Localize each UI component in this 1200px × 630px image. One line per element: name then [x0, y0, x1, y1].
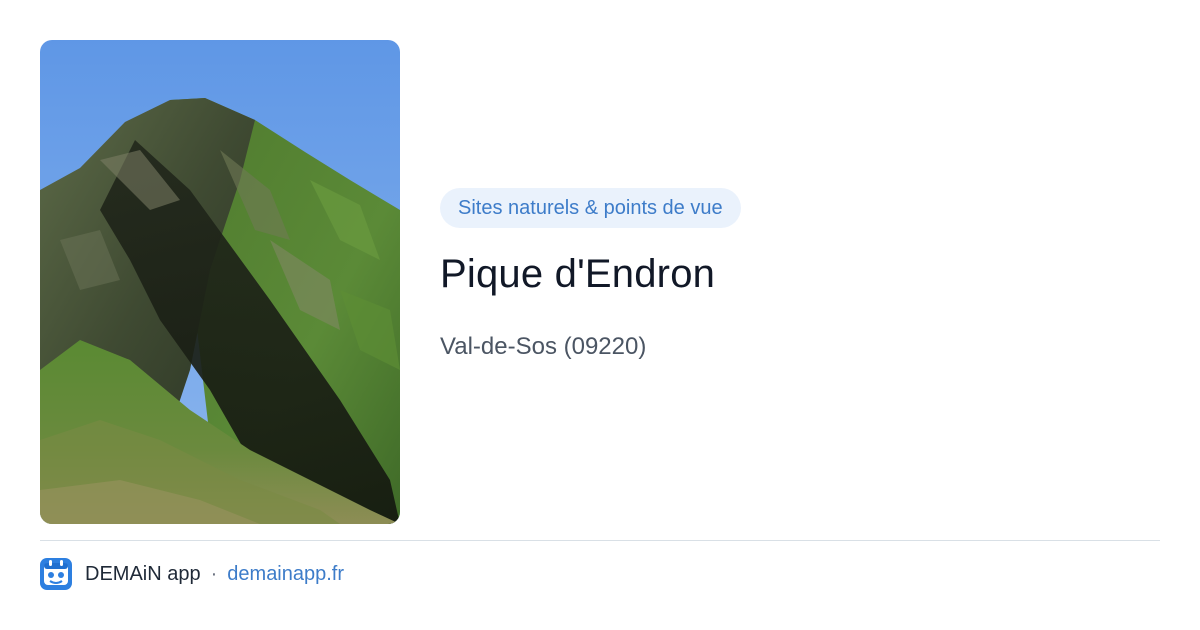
- mountain-photo-image: [40, 40, 400, 524]
- share-card: Sites naturels & points de vue Pique d'E…: [0, 0, 1200, 630]
- demain-app-logo-icon: [40, 558, 72, 590]
- place-info: Sites naturels & points de vue Pique d'E…: [440, 188, 1160, 362]
- app-name: DEMAiN app: [85, 562, 201, 585]
- footer-divider: [40, 540, 1160, 541]
- footer-separator: ·: [210, 562, 218, 585]
- category-badge[interactable]: Sites naturels & points de vue: [440, 188, 741, 228]
- place-location: Val-de-Sos (09220): [440, 333, 647, 360]
- domain-link[interactable]: demainapp.fr: [227, 563, 344, 586]
- place-title: Pique d'Endron: [440, 252, 716, 296]
- place-photo: [40, 40, 400, 524]
- footer: DEMAiN app · demainapp.fr: [40, 558, 344, 590]
